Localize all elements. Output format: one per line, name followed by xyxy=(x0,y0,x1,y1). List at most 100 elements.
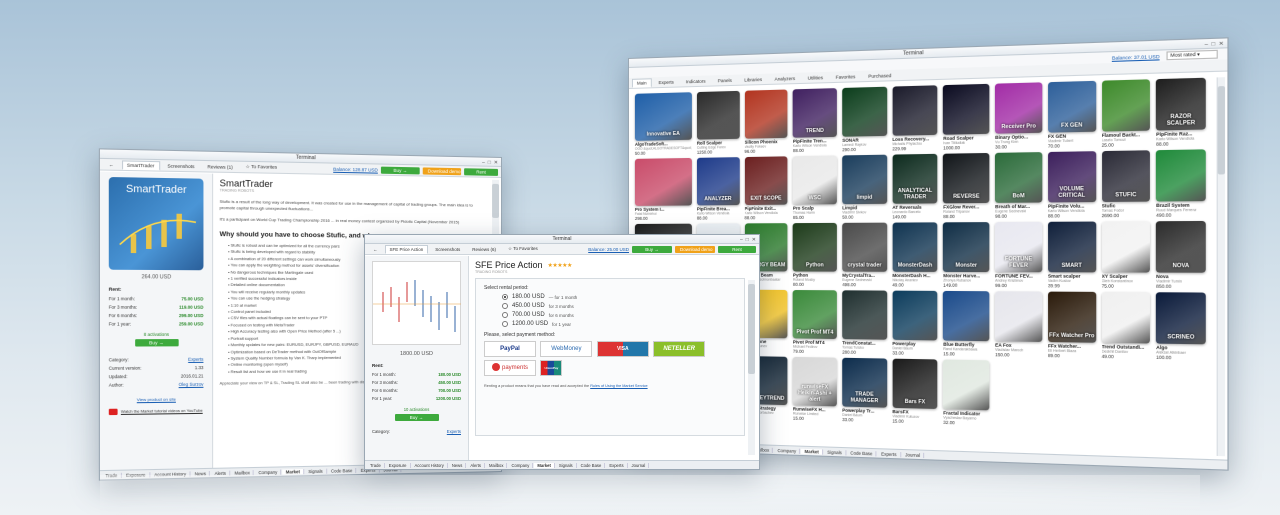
bottom-tab-mailbox[interactable]: Mailbox xyxy=(231,469,255,476)
maximize-icon[interactable]: □ xyxy=(488,159,491,168)
product-tile[interactable]: Loss Recovery... Michalis Phylactou 229.99 xyxy=(892,85,938,151)
rent-button[interactable]: Rent xyxy=(718,245,756,253)
tab-libraries[interactable]: Libraries xyxy=(739,74,767,84)
terms-link[interactable]: Rules of Using the Market Service xyxy=(590,384,647,388)
tab-reviews[interactable]: Reviews (6) xyxy=(467,245,501,254)
tab-utilities[interactable]: Utilities xyxy=(802,72,828,82)
tab-main[interactable]: Main xyxy=(631,77,652,88)
bottom-tab-journal[interactable]: Journal xyxy=(901,451,925,458)
unionpay-option[interactable]: UnionPay xyxy=(540,360,563,376)
product-tile[interactable]: ANALYZER PipFinite Brea... Karlo Wilson Ve… xyxy=(696,157,740,221)
info-value[interactable]: Oleg Surzov xyxy=(179,381,204,386)
bottom-tab-account-history[interactable]: Account History xyxy=(150,470,191,477)
product-tile[interactable]: EA Fox Vladislav Maroch 150.00 xyxy=(995,291,1043,358)
product-tile[interactable]: TrendConstat... Tomas Tutsko 280.00 xyxy=(842,290,887,355)
market-link[interactable]: View product on site xyxy=(109,396,204,402)
bottom-tab-signals[interactable]: Signals xyxy=(556,462,577,468)
bottom-tab-experts[interactable]: Experts xyxy=(606,462,628,468)
bottom-tab-account-history[interactable]: Account History xyxy=(412,462,448,468)
product-tile[interactable]: FX GEN FX GEN Vladimir Tubert 70.00 xyxy=(1047,80,1096,149)
product-tile[interactable]: SCRINEO Algo Aleksei Alkinbaer 100.00 xyxy=(1156,292,1206,361)
product-tile[interactable]: XY Scalper Gleb Konstantinov 75.00 xyxy=(1101,221,1151,289)
product-tile[interactable]: SMART Smart scalper Vadim Kustov 39.99 xyxy=(1047,221,1096,289)
product-tile[interactable]: MonsterDash MonsterDash H... Nikolay Anani… xyxy=(892,222,938,288)
tutorial-link[interactable]: Watch the Market tutorial videos on YouT… xyxy=(121,409,203,414)
scrollbar-thumb[interactable] xyxy=(748,284,755,374)
minimize-icon[interactable]: – xyxy=(482,159,485,168)
category-link[interactable]: Experts xyxy=(447,429,461,434)
product-tile[interactable]: runwiseFX Heikin-Ashi + alert RunwiseFX H… xyxy=(792,356,837,422)
scrollbar-thumb[interactable] xyxy=(1217,86,1226,175)
product-tile[interactable]: Trend Outstandi... Deskhil Danilov 49.00 xyxy=(1101,291,1151,360)
product-tile[interactable]: ANALYTICAL TRADER AT Reversals Leonardo Ba… xyxy=(892,153,938,219)
tab-screenshots[interactable]: Screenshots xyxy=(430,245,465,254)
epayments-option[interactable]: payments xyxy=(484,360,536,376)
product-tile[interactable]: TRADE MANAGER Powerplay Tr... Daniel Baum 3… xyxy=(842,357,887,424)
period-option[interactable]: 700.00 USD for 6 months xyxy=(502,312,736,318)
buy-button[interactable]: Buy → xyxy=(380,166,420,174)
bottom-tab-alerts[interactable]: Alerts xyxy=(211,470,231,476)
scrollbar-thumb[interactable] xyxy=(492,183,500,218)
neteller-option[interactable]: NETELLER xyxy=(653,341,706,357)
bottom-tab-exposure[interactable]: Exposure xyxy=(386,462,411,468)
product-tile[interactable]: Brazil System Ruud Marques Ferrenz 490.00 xyxy=(1156,149,1206,218)
tab-purchased[interactable]: Purchased xyxy=(863,70,897,80)
close-icon[interactable]: ✕ xyxy=(752,236,756,245)
paypal-option[interactable]: PayPal xyxy=(484,341,536,357)
minimize-icon[interactable]: – xyxy=(740,236,743,245)
tab-panels[interactable]: Panels xyxy=(713,75,737,85)
product-tile[interactable]: FORTUNE FEVER FORTUNE FEV... Andrey Kristi… xyxy=(995,221,1043,289)
sidebar-buy-button[interactable]: Buy → xyxy=(134,339,179,347)
bottom-tab-signals[interactable]: Signals xyxy=(305,468,327,474)
maximize-icon[interactable]: □ xyxy=(746,236,749,245)
bottom-tab-code-base[interactable]: Code Base xyxy=(327,467,357,474)
product-tile[interactable]: REVERSE FXGlow Rever... Roland Tripanov 88.… xyxy=(943,152,990,219)
product-tile[interactable]: crystal trader MyCrystalTra... Eugene Sedn… xyxy=(842,222,887,288)
bottom-tab-code-base[interactable]: Code Base xyxy=(578,462,606,468)
bottom-tab-trade[interactable]: Trade xyxy=(102,472,122,478)
product-tile[interactable]: Roll Scalper Cutting Edge Forex 1250.00 xyxy=(696,90,740,155)
bottom-tab-company[interactable]: Company xyxy=(774,447,801,454)
bottom-tab-market[interactable]: Market xyxy=(801,448,824,455)
info-value[interactable]: Experts xyxy=(188,356,203,361)
buy-button[interactable]: Buy → xyxy=(632,245,672,253)
period-option[interactable]: 1200.00 USD for 1 year xyxy=(502,321,736,327)
product-tile[interactable]: VOLUME CRITICAL PipFinite Volu... Karlo Wi… xyxy=(1047,151,1096,219)
download-demo-button[interactable]: Download demo xyxy=(422,166,462,175)
product-tile[interactable]: WSC Pro Scalp Thomas Harm 85.00 xyxy=(792,155,837,220)
balance-link[interactable]: Balance: 128.87 USD xyxy=(333,166,378,172)
product-tile[interactable]: Bars FX BarsFX Vladimir Kutuzov 15.00 xyxy=(892,358,938,425)
sidebar-buy-button[interactable]: Buy → xyxy=(394,414,439,421)
radio-button[interactable] xyxy=(502,321,508,327)
tab-product[interactable]: SmartTrader xyxy=(121,159,160,171)
product-tile[interactable]: limpid Limpid Vladimir Sivkov 50.00 xyxy=(842,154,887,220)
product-tile[interactable]: Powerplay Daniel Baum 33.00 xyxy=(892,290,938,357)
bottom-tab-signals[interactable]: Signals xyxy=(824,449,847,455)
product-tile[interactable]: Flamoul Backt... Laszlo Tomozi 25.00 xyxy=(1101,79,1151,148)
back-icon[interactable]: ← xyxy=(103,160,119,170)
period-option[interactable]: 180.00 USD — for 1 month xyxy=(502,294,736,300)
product-tile[interactable]: Python Python Roland Mosby 80.00 xyxy=(792,222,837,287)
tab-favorites[interactable]: ☆ To Favorites xyxy=(503,244,543,254)
tab-product[interactable]: SFE Price Action xyxy=(384,244,429,254)
product-tile[interactable]: RAZOR SCALPER PipFinite Raz... Karlo Wilso… xyxy=(1156,77,1206,147)
scrollbar[interactable] xyxy=(1216,77,1226,457)
product-tile[interactable]: Silicon Phoenix Vasiliy Fokeev 96.00 xyxy=(744,89,788,154)
maximize-icon[interactable]: □ xyxy=(1212,40,1216,50)
bottom-tab-trade[interactable]: Trade xyxy=(367,462,385,468)
bottom-tab-code-base[interactable]: Code Base xyxy=(847,449,877,456)
close-icon[interactable]: ✕ xyxy=(494,159,498,168)
tab-analyzers[interactable]: Analyzers xyxy=(769,73,800,83)
product-tile[interactable]: STUFIC Stufic Tomas Fodor 2690.00 xyxy=(1101,150,1151,218)
radio-button[interactable] xyxy=(502,303,508,309)
product-tile[interactable]: SONAR Lamedi Raykov 290.00 xyxy=(842,86,887,152)
bottom-tab-news[interactable]: News xyxy=(449,462,467,468)
product-tile[interactable]: Fractal Indicator Vyacheslav Bayarno 32.00 xyxy=(943,359,990,427)
back-icon[interactable]: ← xyxy=(368,245,383,254)
scrollbar[interactable] xyxy=(748,280,755,455)
webmoney-option[interactable]: WebMoney xyxy=(540,341,593,357)
bottom-tab-experts[interactable]: Experts xyxy=(877,450,901,457)
radio-button[interactable] xyxy=(502,312,508,318)
bottom-tab-company[interactable]: Company xyxy=(255,469,282,475)
tab-reviews[interactable]: Reviews (1) xyxy=(202,161,238,171)
